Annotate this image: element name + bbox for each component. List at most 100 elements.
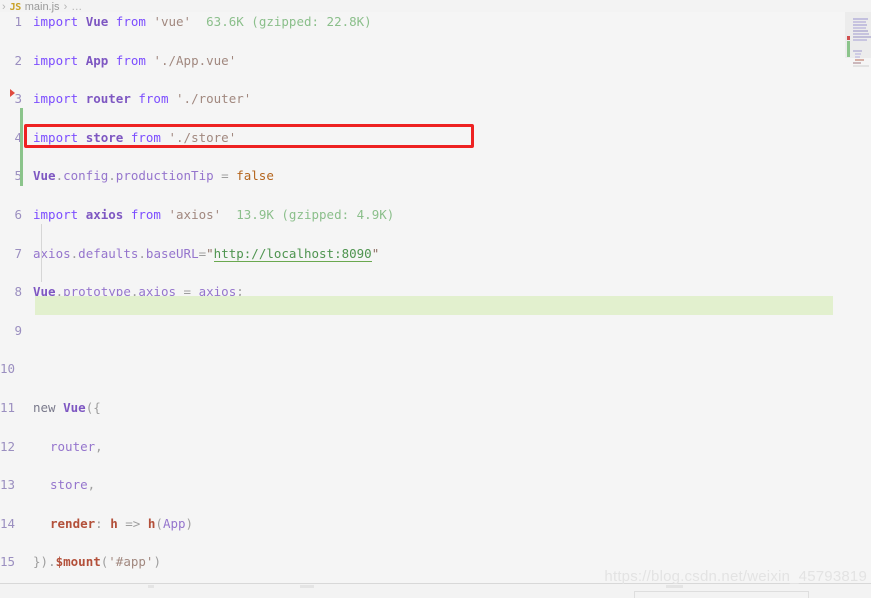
code-line[interactable]: 1 import Vue from 'vue' 63.6K (gzipped: … [0, 12, 871, 31]
token-dot-2: . [108, 168, 116, 184]
minimap-line [853, 39, 867, 41]
line-content: import router from './router' [33, 89, 251, 108]
code-line[interactable]: 13 store, [0, 475, 871, 494]
token-open-brace: ({ [85, 399, 101, 415]
line-number: 12 [0, 438, 15, 454]
token-comma: , [87, 477, 96, 493]
token-dot: . [48, 554, 56, 570]
code-line[interactable]: 3 import router from './router' [0, 89, 871, 108]
line-number: 1 [14, 14, 22, 29]
code-line[interactable]: 12 router, [0, 437, 871, 456]
token-dot-2: . [138, 245, 146, 261]
token-from: from [115, 14, 146, 29]
token-keyword-new: new [33, 399, 56, 415]
code-line[interactable]: 10 [0, 359, 871, 378]
token-gap [191, 14, 206, 29]
token-gap [221, 207, 236, 222]
watermark-text: https://blog.csdn.net/weixin_45793819 [604, 568, 867, 585]
code-editor-area[interactable]: 1 import Vue from 'vue' 63.6K (gzipped: … [0, 12, 871, 583]
code-line[interactable]: 14 render: h => h(App) [0, 514, 871, 533]
line-number: 6 [14, 206, 22, 222]
token-string: './App.vue' [153, 52, 237, 68]
line-number: 4 [14, 129, 22, 145]
minimap-line [853, 27, 866, 29]
scrollbar-tick [666, 585, 683, 588]
line-content: Vue.config.productionTip = false [33, 166, 274, 185]
vscode-editor-window: › JS main.js › … 1 import Vue from 'vue'… [0, 0, 871, 598]
code-line-highlighted[interactable]: 7 axios.defaults.baseURL="http://localho… [0, 244, 871, 263]
token-property: defaults [78, 245, 139, 261]
minimap-line [853, 50, 862, 52]
token-identifier: router [85, 91, 131, 107]
token-quote-close: " [371, 245, 380, 261]
token-method: $mount [55, 554, 101, 570]
token-from: from [115, 52, 146, 68]
minimap-line [853, 18, 868, 20]
code-line[interactable]: 4 import store from './store' [0, 128, 871, 147]
gutter-modified-indicator [20, 108, 23, 186]
minimap-line [855, 59, 864, 61]
token-space-3 [161, 207, 169, 222]
token-operator: = [221, 168, 229, 184]
scrollbar-tick [148, 585, 154, 588]
scrollbar-tick [300, 585, 314, 588]
breadcrumb-file-name[interactable]: main.js [25, 1, 60, 13]
token-space-2 [108, 53, 116, 68]
line-content: }).$mount('#app') [33, 552, 161, 571]
import-cost-annotation: 13.9K (gzipped: 4.9K) [236, 206, 395, 222]
line-number: 15 [0, 554, 15, 570]
token-argument: App [162, 515, 186, 531]
token-space-3 [161, 130, 169, 145]
token-space-3 [140, 516, 148, 531]
import-cost-annotation: 63.6K (gzipped: 22.8K) [206, 14, 372, 29]
code-line[interactable]: 6 import axios from 'axios' 13.9K (gzipp… [0, 205, 871, 224]
token-dot: . [55, 168, 64, 184]
token-property-2: baseURL [145, 245, 199, 261]
minimap-line [853, 24, 867, 26]
javascript-file-icon: JS [9, 1, 22, 13]
token-identifier: store [85, 129, 124, 145]
token-paren-close: ) [185, 515, 194, 531]
token-from: from [130, 206, 161, 222]
line-content: import App from './App.vue' [33, 51, 236, 70]
token-keyword: import [33, 129, 79, 145]
breadcrumb[interactable]: › JS main.js › … [0, 0, 82, 14]
line-number: 14 [0, 515, 15, 531]
line-content: import store from './store' [33, 128, 236, 147]
token-property: store [50, 477, 88, 493]
token-property: config [63, 168, 109, 184]
token-string: './store' [168, 129, 237, 145]
scrollbar-thumb[interactable] [634, 591, 809, 598]
line-number: 2 [14, 52, 22, 68]
line-content: router, [50, 437, 103, 456]
token-paren-open: ( [155, 515, 163, 531]
url-link[interactable]: http://localhost:8090 [213, 245, 372, 262]
line-number: 13 [0, 477, 15, 493]
token-property-render: render [50, 515, 96, 531]
minimap-breakpoint-marker [847, 36, 850, 40]
token-string: 'vue' [153, 14, 192, 29]
token-boolean: false [236, 168, 274, 184]
token-property: router [50, 438, 96, 454]
breakpoint-marker-icon[interactable] [10, 89, 15, 97]
indent-guide [41, 224, 42, 282]
line-number: 8 [14, 284, 22, 300]
code-line[interactable]: 11 new Vue({ [0, 398, 871, 417]
code-line[interactable]: 5 Vue.config.productionTip = false [0, 166, 871, 185]
token-property-2: productionTip [115, 168, 214, 184]
minimap-line [853, 62, 861, 64]
code-line[interactable]: 2 import App from './App.vue' [0, 51, 871, 70]
token-space-2 [123, 130, 131, 145]
minimap-line [853, 65, 869, 67]
minimap-line [855, 56, 860, 58]
breadcrumb-overflow[interactable]: … [71, 1, 82, 13]
minimap-line [853, 30, 868, 32]
editor-minimap[interactable] [845, 12, 871, 583]
breadcrumb-separator-icon-2: › [63, 1, 68, 13]
code-line[interactable]: 9 [0, 321, 871, 340]
minimap-line [855, 53, 861, 55]
